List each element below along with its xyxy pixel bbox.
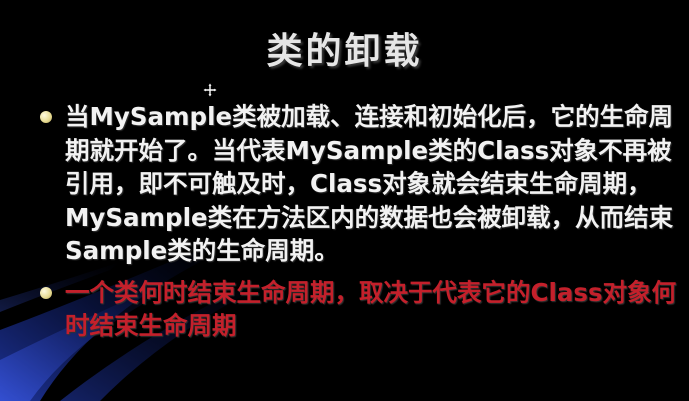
- round-bullet-icon: [40, 111, 52, 123]
- bullet-text: 一个类何时结束生命周期，取决于代表它的Class对象何时结束生命周期: [65, 277, 677, 341]
- move-cursor-icon: [202, 82, 218, 98]
- round-bullet-icon: [40, 286, 52, 299]
- bullet-text: 当MySample类被加载、连接和初始化后，它的生命周期就开始了。当代表MySa…: [65, 102, 674, 265]
- bullet-list: 当MySample类被加载、连接和初始化后，它的生命周期就开始了。当代表MySa…: [38, 100, 678, 343]
- bullet-item: 当MySample类被加载、连接和初始化后，它的生命周期就开始了。当代表MySa…: [38, 100, 678, 268]
- slide-title: 类的卸载: [266, 31, 423, 72]
- bullet-item: 一个类何时结束生命周期，取决于代表它的Class对象何时结束生命周期: [38, 276, 678, 343]
- slide: 类的卸载 当MySample类被加载、连接和初始化后，它的生命周期就开始了。当代…: [0, 0, 689, 401]
